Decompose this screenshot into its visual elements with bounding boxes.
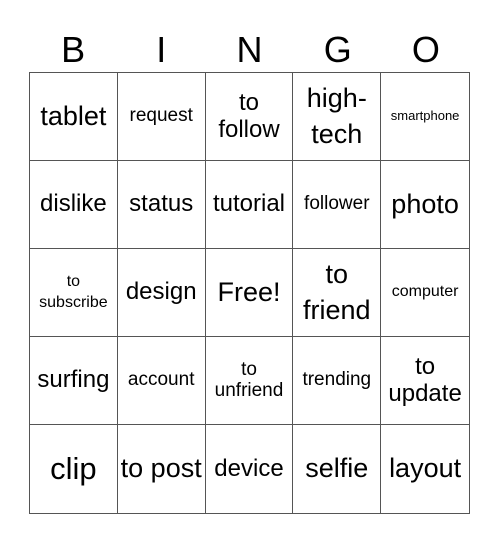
bingo-cell-b-2[interactable]: dislike (30, 161, 118, 249)
header-letter-i: I (156, 29, 167, 70)
bingo-cell-n-5[interactable]: device (206, 425, 294, 513)
bingo-cell-n-4[interactable]: to unfriend (205, 337, 294, 425)
header-letter-o: O (411, 29, 440, 70)
bingo-cell-g-4[interactable]: trending (293, 337, 382, 425)
bingo-cell-i-1[interactable]: request (117, 73, 206, 161)
bingo-cell-g-1[interactable]: high-tech (293, 73, 382, 161)
bingo-cell-i-2[interactable]: status (117, 161, 206, 249)
bingo-cell-o-1[interactable]: smartphone (381, 73, 469, 161)
bingo-cell-i-3[interactable]: design (117, 249, 206, 337)
bingo-grid: tablet request to follow high-tech smartphon… (29, 72, 470, 514)
bingo-cell-b-5[interactable]: clip (30, 425, 118, 513)
bingo-header: B I N G O (29, 28, 470, 72)
header-letter-g: G (323, 29, 352, 70)
bingo-cell-o-3[interactable]: computer (381, 249, 469, 337)
bingo-cell-b-4[interactable]: surfing (30, 337, 118, 425)
header-letter-b: B (61, 29, 86, 70)
bingo-cell-o-5[interactable]: layout (381, 425, 469, 513)
bingo-cell-n-1[interactable]: to follow (205, 73, 294, 161)
bingo-cell-g-5[interactable]: selfie (293, 425, 382, 513)
header-letter-n: N (236, 29, 263, 70)
bingo-cell-n-3[interactable]: Free! (205, 249, 294, 337)
bingo-cell-o-2[interactable]: photo (381, 161, 469, 249)
bingo-cell-i-4[interactable]: account (117, 337, 206, 425)
bingo-cell-i-5[interactable]: to post (118, 425, 206, 513)
bingo-cell-n-2[interactable]: tutorial (205, 161, 294, 249)
bingo-cell-g-2[interactable]: follower (293, 161, 382, 249)
bingo-cell-b-3[interactable]: to subscribe (30, 249, 118, 337)
bingo-cell-g-3[interactable]: to friend (293, 249, 382, 337)
bingo-cell-b-1[interactable]: tablet (30, 73, 118, 161)
bingo-cell-o-4[interactable]: to update (381, 337, 469, 425)
